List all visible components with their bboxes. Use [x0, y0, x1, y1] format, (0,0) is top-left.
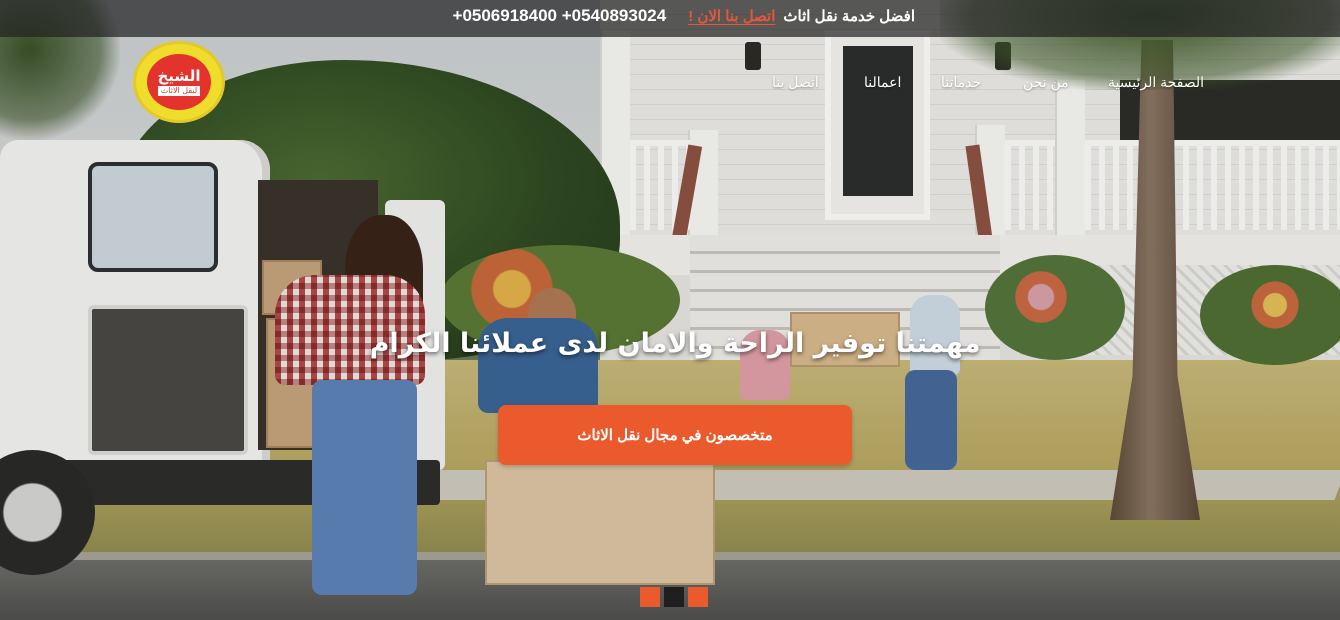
nav-item-services[interactable]: خدماتنا	[941, 74, 981, 91]
slider-dot[interactable]	[688, 587, 708, 607]
logo-subtitle: لنقل الاثاث	[157, 86, 201, 96]
top-bar: افضل خدمة نقل اثاث اتصل بنا الان ! +0506…	[0, 0, 1340, 37]
call-us-now-link[interactable]: اتصل بنا الان !	[688, 7, 775, 25]
site-logo[interactable]: الشيخ لنقل الاثاث	[133, 41, 225, 123]
slider-dot[interactable]	[640, 587, 660, 607]
topbar-tagline: افضل خدمة نقل اثاث	[783, 8, 915, 25]
nav-item-works[interactable]: اعمالنا	[864, 74, 901, 91]
hero-headline: مهمتنا توفير الراحة والامان لدى عملائنا …	[369, 328, 981, 359]
nav-item-contact[interactable]: اتصل بنا	[772, 74, 819, 91]
slider-pagination	[640, 587, 708, 607]
nav-item-about[interactable]: من نحن	[1023, 74, 1069, 91]
slider-dot-active[interactable]	[664, 587, 684, 607]
phone-numbers[interactable]: +0506918400 +0540893024	[453, 6, 667, 26]
nav-item-home[interactable]: الصفحة الرئيسية	[1108, 74, 1204, 91]
hero-cta-button[interactable]: متخصصون في مجال نقل الاثاث	[498, 405, 852, 465]
logo-title: الشيخ	[157, 67, 201, 85]
